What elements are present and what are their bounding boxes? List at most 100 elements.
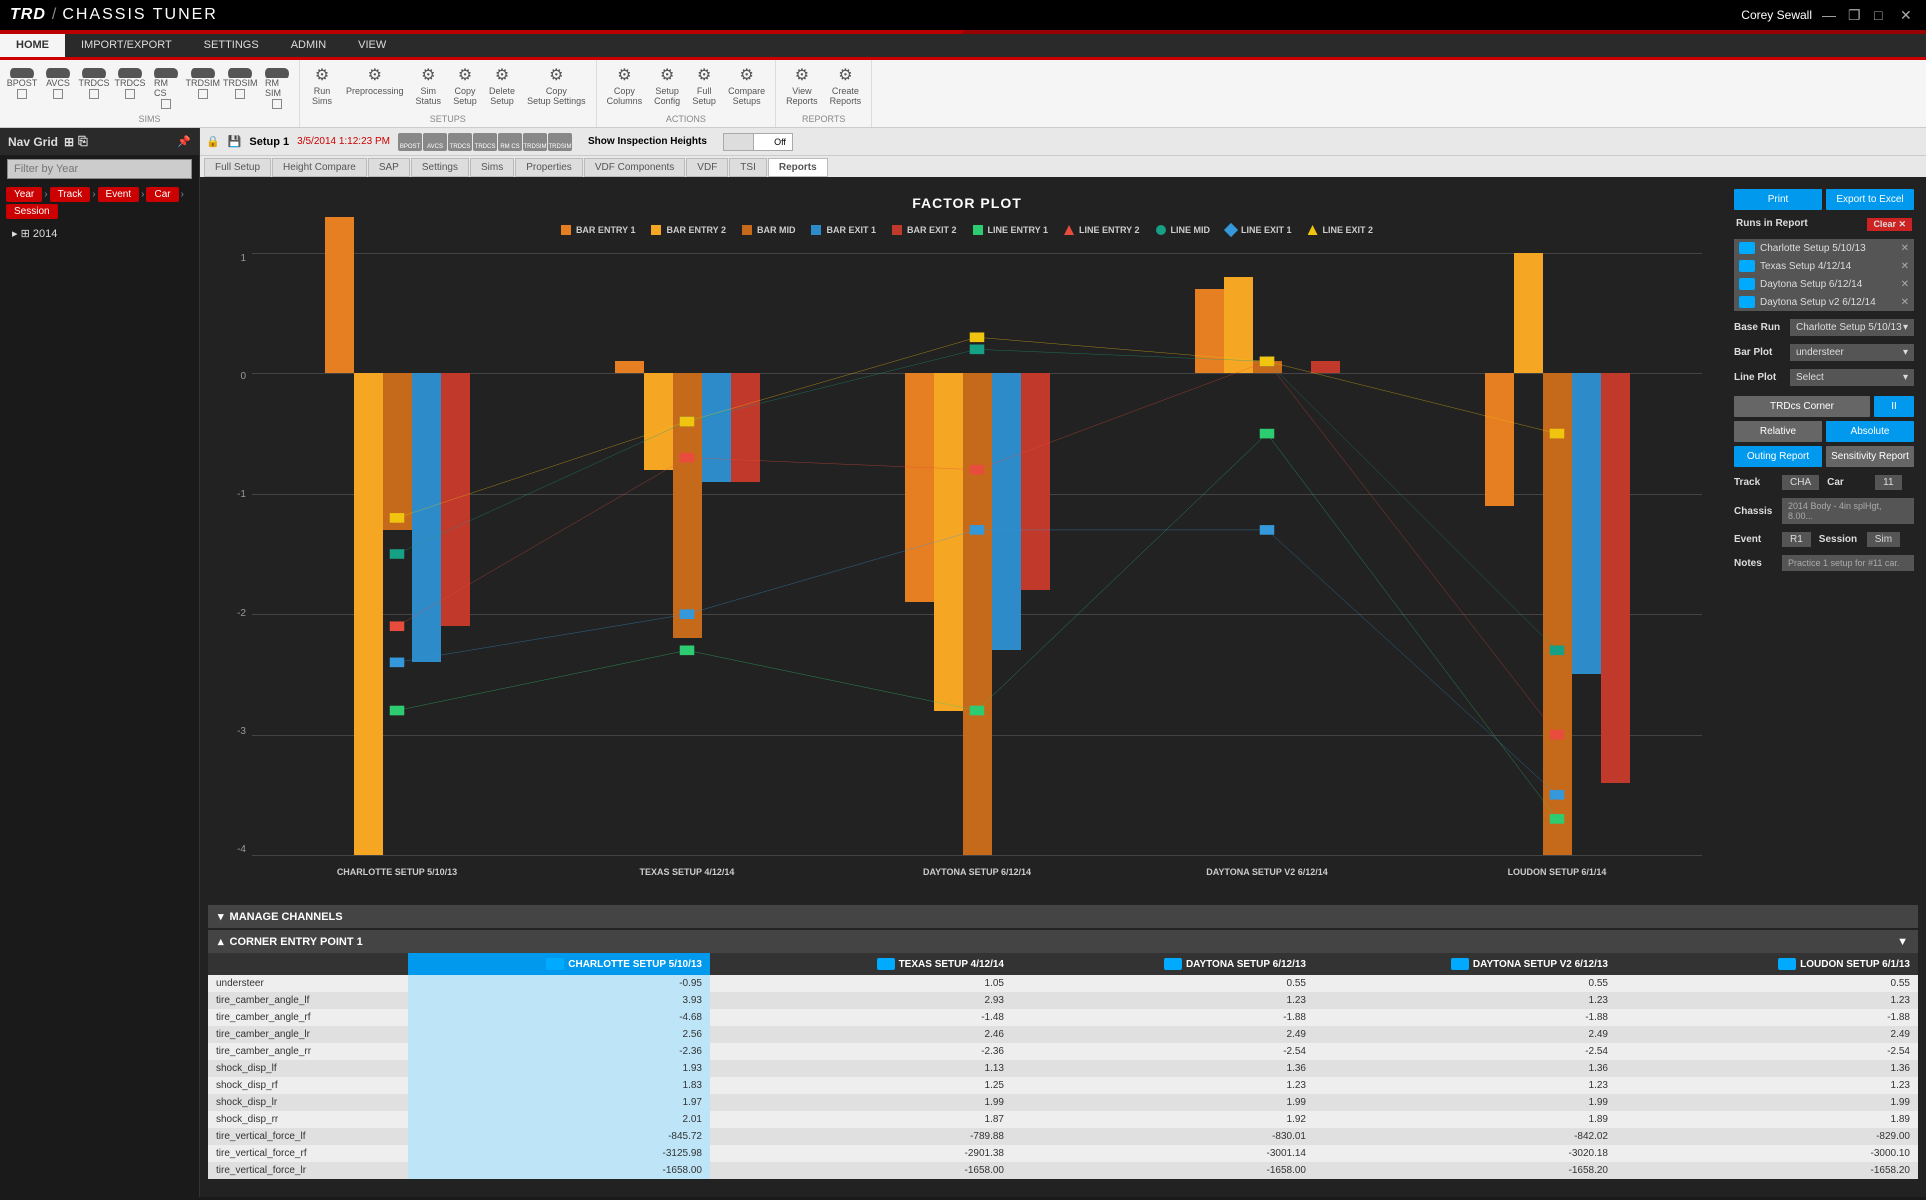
run-item[interactable]: Daytona Setup v2 6/12/14✕ (1734, 293, 1914, 311)
mini-avcs[interactable]: AVCS (423, 133, 447, 151)
tab-sims[interactable]: Sims (470, 158, 514, 177)
table-row[interactable]: tire_vertical_force_rf-3125.98-2901.38-3… (208, 1145, 1918, 1162)
tab-properties[interactable]: Properties (515, 158, 583, 177)
ribbon-compare-setups[interactable]: ⚙CompareSetups (722, 62, 771, 113)
legend-bar-entry-1[interactable]: BAR ENTRY 1 (561, 225, 636, 235)
crumb-car[interactable]: Car (146, 187, 178, 202)
remove-run-icon[interactable]: ✕ (1901, 243, 1909, 254)
export-excel-button[interactable]: Export to Excel (1826, 189, 1914, 210)
mini-trdcs[interactable]: TRDCS (448, 133, 472, 151)
checkbox-icon[interactable] (125, 89, 135, 99)
remove-run-icon[interactable]: ✕ (1901, 279, 1909, 290)
menu-admin[interactable]: ADMIN (275, 34, 342, 57)
sim-trdsim[interactable]: TRDSIM (184, 62, 222, 113)
ribbon-run-sims[interactable]: ⚙RunSims (304, 62, 340, 113)
legend-line-exit-1[interactable]: LINE EXIT 1 (1226, 225, 1292, 235)
table-header-cell[interactable]: CHARLOTTE SETUP 5/10/13 (408, 953, 710, 975)
crumb-event[interactable]: Event (98, 187, 140, 202)
table-header-cell[interactable]: DAYTONA SETUP 6/12/13 (1012, 953, 1314, 975)
inspection-toggle[interactable]: Off (723, 133, 793, 151)
table-row[interactable]: shock_disp_lf1.931.131.361.361.36 (208, 1060, 1918, 1077)
lock-icon[interactable]: 🔒 (206, 135, 220, 148)
table-row[interactable]: tire_vertical_force_lr-1658.00-1658.00-1… (208, 1162, 1918, 1179)
checkbox-icon[interactable] (17, 89, 27, 99)
sim-rm cs[interactable]: RM CS (148, 62, 184, 113)
copy-icon[interactable]: ⎘ (78, 134, 88, 149)
table-header-cell[interactable]: DAYTONA SETUP V2 6/12/13 (1314, 953, 1616, 975)
legend-line-mid[interactable]: LINE MID (1156, 225, 1211, 235)
table-row[interactable]: shock_disp_rr2.011.871.921.891.89 (208, 1111, 1918, 1128)
table-header-cell[interactable]: LOUDON SETUP 6/1/13 (1616, 953, 1918, 975)
mini-bpost[interactable]: BPOST (398, 133, 422, 151)
table-header-cell[interactable] (208, 953, 408, 975)
table-row[interactable]: tire_camber_angle_lr2.562.462.492.492.49 (208, 1026, 1918, 1043)
table-row[interactable]: shock_disp_rf1.831.251.231.231.23 (208, 1077, 1918, 1094)
sim-avcs[interactable]: AVCS (40, 62, 76, 113)
sim-bpost[interactable]: BPOST (4, 62, 40, 113)
menu-import-export[interactable]: IMPORT/EXPORT (65, 34, 188, 57)
remove-run-icon[interactable]: ✕ (1901, 261, 1909, 272)
table-header-cell[interactable]: TEXAS SETUP 4/12/14 (710, 953, 1012, 975)
ribbon-preprocessing-[interactable]: ⚙Preprocessing (340, 62, 410, 113)
mini-trdsim[interactable]: TRDSIM (548, 133, 572, 151)
pin-icon[interactable]: 📌 (177, 135, 191, 148)
bar-plot-select[interactable]: understeer▾ (1790, 344, 1914, 361)
table-row[interactable]: tire_camber_angle_rr-2.36-2.36-2.54-2.54… (208, 1043, 1918, 1060)
ribbon-copy-setup-settings[interactable]: ⚙CopySetup Settings (521, 62, 592, 113)
maximize-icon[interactable]: □ (1874, 7, 1890, 23)
crumb-year[interactable]: Year (6, 187, 42, 202)
legend-line-entry-1[interactable]: LINE ENTRY 1 (973, 225, 1049, 235)
minimize-icon[interactable]: — (1822, 7, 1838, 23)
print-button[interactable]: Print (1734, 189, 1822, 210)
run-item[interactable]: Daytona Setup 6/12/14✕ (1734, 275, 1914, 293)
outing-report-button[interactable]: Outing Report (1734, 446, 1822, 467)
menu-settings[interactable]: SETTINGS (188, 34, 275, 57)
table-row[interactable]: understeer-0.951.050.550.550.55 (208, 975, 1918, 992)
tab-tsi[interactable]: TSI (729, 158, 767, 177)
track-value[interactable]: CHA (1782, 475, 1819, 490)
crumb-track[interactable]: Track (50, 187, 91, 202)
table-row[interactable]: tire_camber_angle_rf-4.68-1.48-1.88-1.88… (208, 1009, 1918, 1026)
table-row[interactable]: shock_disp_lr1.971.991.991.991.99 (208, 1094, 1918, 1111)
ribbon-setup-config[interactable]: ⚙SetupConfig (648, 62, 686, 113)
tab-full-setup[interactable]: Full Setup (204, 158, 271, 177)
mini-rm cs[interactable]: RM CS (498, 133, 522, 151)
save-icon[interactable]: 💾 (228, 135, 242, 148)
sim-rm sim[interactable]: RM SIM (259, 62, 295, 113)
table-row[interactable]: tire_camber_angle_lf3.932.931.231.231.23 (208, 992, 1918, 1009)
legend-bar-mid[interactable]: BAR MID (742, 225, 796, 235)
absolute-button[interactable]: Absolute (1826, 421, 1914, 442)
sim-trdcs[interactable]: TRDCS (112, 62, 148, 113)
restore-icon[interactable]: ❐ (1848, 7, 1864, 23)
base-run-select[interactable]: Charlotte Setup 5/10/13▾ (1790, 319, 1914, 336)
tab-height-compare[interactable]: Height Compare (272, 158, 367, 177)
legend-bar-exit-1[interactable]: BAR EXIT 1 (811, 225, 876, 235)
close-icon[interactable]: ✕ (1900, 7, 1916, 23)
checkbox-icon[interactable] (272, 99, 282, 109)
checkbox-icon[interactable] (235, 89, 245, 99)
ii-button[interactable]: II (1874, 396, 1914, 417)
ribbon-full-setup[interactable]: ⚙FullSetup (686, 62, 722, 113)
grid-icon[interactable]: ⊞ (64, 135, 74, 149)
chassis-value[interactable]: 2014 Body - 4in splHgt, 8.00... (1782, 498, 1914, 524)
ribbon-copy-setup[interactable]: ⚙CopySetup (447, 62, 483, 113)
notes-value[interactable]: Practice 1 setup for #11 car. (1782, 555, 1914, 571)
sim-trdcs[interactable]: TRDCS (76, 62, 112, 113)
legend-line-entry-2[interactable]: LINE ENTRY 2 (1064, 225, 1140, 235)
corner-entry-header[interactable]: ▴CORNER ENTRY POINT 1▼ (208, 930, 1918, 953)
filter-year-input[interactable] (7, 159, 192, 179)
event-value[interactable]: R1 (1782, 532, 1811, 547)
run-item[interactable]: Charlotte Setup 5/10/13✕ (1734, 239, 1914, 257)
trdcs-corner-button[interactable]: TRDcs Corner (1734, 396, 1870, 417)
tab-vdf-components[interactable]: VDF Components (584, 158, 685, 177)
mini-trdcs[interactable]: TRDCS (473, 133, 497, 151)
ribbon-copy-columns[interactable]: ⚙CopyColumns (601, 62, 649, 113)
menu-view[interactable]: VIEW (342, 34, 402, 57)
legend-bar-entry-2[interactable]: BAR ENTRY 2 (651, 225, 726, 235)
checkbox-icon[interactable] (198, 89, 208, 99)
crumb-session[interactable]: Session (6, 204, 58, 219)
ribbon-delete-setup[interactable]: ⚙DeleteSetup (483, 62, 521, 113)
line-plot-select[interactable]: Select▾ (1790, 369, 1914, 386)
filter-icon[interactable]: ▼ (1897, 936, 1908, 948)
run-item[interactable]: Texas Setup 4/12/14✕ (1734, 257, 1914, 275)
